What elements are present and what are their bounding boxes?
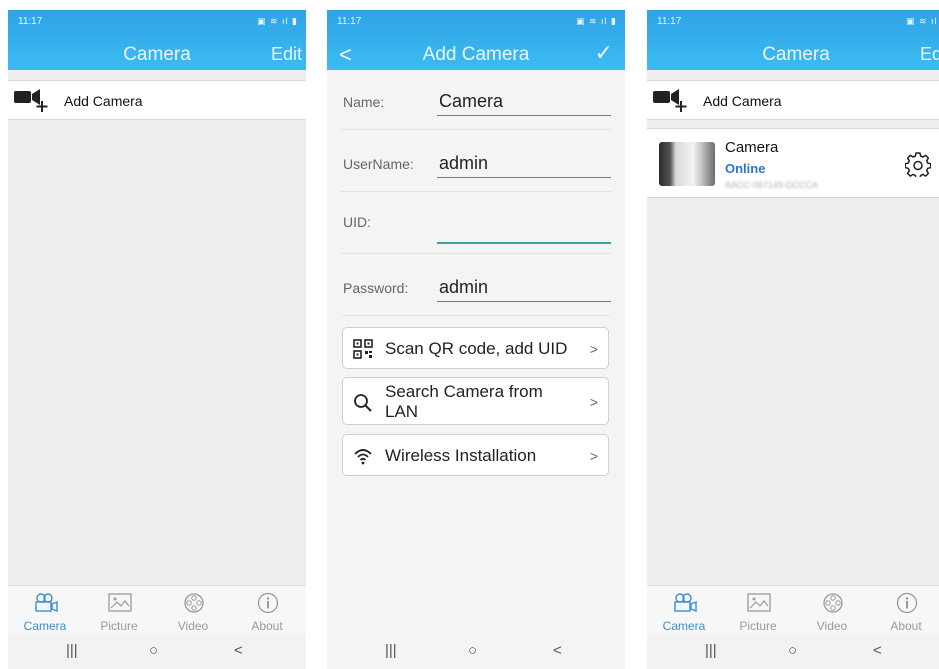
tab-label: Picture (100, 619, 138, 633)
video-camera-add-icon (653, 89, 687, 112)
status-icons: ▣ ≋ ıl ▮ (257, 16, 298, 26)
search-lan-button[interactable]: Search Camera from LAN > (342, 377, 609, 425)
tab-label: Video (816, 619, 848, 633)
system-back-button[interactable]: < (234, 642, 243, 659)
app-bar: 11:17 ▣ ≋ ıl ▮ Camera Edit (647, 10, 939, 70)
search-icon (354, 394, 372, 412)
username-field-row: UserName: admin (341, 132, 611, 192)
uid-input[interactable] (437, 208, 611, 244)
wifi-icon (354, 449, 372, 465)
video-camera-add-icon (14, 89, 48, 112)
device-name: Camera (725, 139, 779, 156)
scan-qr-label: Scan QR code, add UID (385, 339, 568, 358)
tab-label: Picture (739, 619, 777, 633)
password-label: Password: (343, 280, 409, 296)
camera-list-screen-empty: 11:17 ▣ ≋ ıl ▮ Camera Edit Add Camera Ca… (8, 10, 306, 669)
system-nav-bar: ||| ○ < (327, 635, 625, 669)
tab-label: Camera (23, 619, 67, 633)
tab-picture[interactable]: Picture (721, 586, 795, 636)
device-status: Online (725, 161, 766, 176)
tab-label: Video (177, 619, 209, 633)
qr-code-icon (353, 339, 373, 359)
confirm-button[interactable]: ✓ (595, 40, 613, 66)
name-field-row: Name: Camera (341, 70, 611, 130)
home-button[interactable]: ○ (149, 642, 158, 659)
edit-button[interactable]: Edit (271, 44, 302, 65)
recent-apps-button[interactable]: ||| (705, 642, 717, 659)
name-input[interactable]: Camera (437, 80, 611, 116)
tab-video[interactable]: Video (795, 586, 869, 636)
camera-tab-icon (674, 593, 697, 613)
add-camera-label: Add Camera (703, 93, 782, 109)
chevron-right-icon: > (589, 448, 598, 464)
bottom-tab-bar: Camera Picture Video About (647, 585, 939, 635)
status-time: 11:17 (18, 16, 43, 27)
page-title: Add Camera (422, 44, 530, 65)
tab-picture[interactable]: Picture (82, 586, 156, 636)
recent-apps-button[interactable]: ||| (66, 642, 78, 659)
app-bar: 11:17 ▣ ≋ ıl ▮ Camera Edit (8, 10, 306, 70)
add-camera-label: Add Camera (64, 93, 143, 109)
password-input[interactable]: admin (437, 266, 611, 302)
system-nav-bar: ||| ○ < (647, 635, 939, 669)
chevron-right-icon: > (589, 341, 598, 357)
picture-icon (108, 593, 132, 612)
tab-label: About (890, 619, 922, 633)
system-back-button[interactable]: < (873, 642, 882, 659)
home-button[interactable]: ○ (788, 642, 797, 659)
page-title: Camera (762, 44, 830, 65)
add-camera-row[interactable]: Add Camera (647, 80, 939, 120)
scan-qr-button[interactable]: Scan QR code, add UID > (342, 327, 609, 369)
wireless-installation-button[interactable]: Wireless Installation > (342, 434, 609, 476)
video-reel-icon (823, 593, 843, 613)
wireless-installation-label: Wireless Installation (385, 446, 537, 465)
home-button[interactable]: ○ (468, 642, 477, 659)
username-label: UserName: (343, 156, 414, 172)
page-title: Camera (123, 44, 191, 65)
app-bar: 11:17 ▣ ≋ ıl ▮ < Add Camera ✓ (327, 10, 625, 70)
tab-camera[interactable]: Camera (8, 586, 82, 636)
username-input[interactable]: admin (437, 142, 611, 178)
camera-thumbnail[interactable] (659, 142, 715, 186)
tab-label: About (251, 619, 283, 633)
status-time: 11:17 (337, 16, 362, 27)
search-lan-label: Search Camera from LAN (385, 382, 543, 421)
tab-camera[interactable]: Camera (647, 586, 721, 636)
system-back-button[interactable]: < (553, 642, 562, 659)
gear-icon[interactable] (905, 151, 931, 177)
camera-tab-icon (35, 593, 58, 613)
info-icon (257, 592, 279, 614)
add-camera-screen: 11:17 ▣ ≋ ıl ▮ < Add Camera ✓ Name: Came… (327, 10, 625, 669)
picture-icon (747, 593, 771, 612)
status-time: 11:17 (657, 16, 682, 27)
add-camera-form: Name: Camera UserName: admin UID: Passwo… (327, 70, 625, 669)
info-icon (896, 592, 918, 614)
add-camera-row[interactable]: Add Camera (8, 80, 306, 120)
video-reel-icon (184, 593, 204, 613)
tab-about[interactable]: About (869, 586, 939, 636)
status-icons: ▣ ≋ ıl ▮ (906, 16, 939, 26)
uid-field-row: UID: (341, 194, 611, 254)
chevron-right-icon: > (589, 394, 598, 410)
tab-about[interactable]: About (230, 586, 304, 636)
status-icons: ▣ ≋ ıl ▮ (576, 16, 617, 26)
password-field-row: Password: admin (341, 256, 611, 316)
tab-label: Camera (662, 619, 706, 633)
system-nav-bar: ||| ○ < (8, 635, 306, 669)
device-uid: AACC-067149-DCCCA (725, 180, 819, 190)
uid-label: UID: (343, 214, 371, 230)
bottom-tab-bar: Camera Picture Video About (8, 585, 306, 635)
recent-apps-button[interactable]: ||| (385, 642, 397, 659)
name-label: Name: (343, 94, 385, 110)
camera-list-screen: 11:17 ▣ ≋ ıl ▮ Camera Edit Add Camera Ca… (647, 10, 939, 669)
tab-video[interactable]: Video (156, 586, 230, 636)
edit-button[interactable]: Edit (920, 44, 939, 65)
camera-device-row[interactable]: Camera Online AACC-067149-DCCCA (647, 128, 939, 198)
